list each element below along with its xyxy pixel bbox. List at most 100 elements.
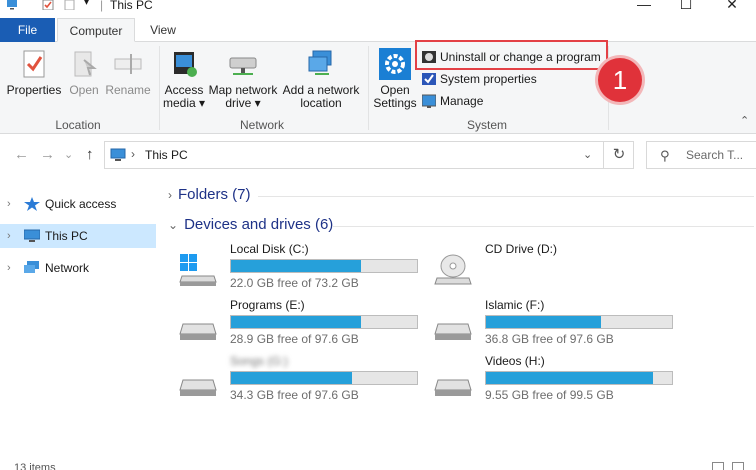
drive-tile[interactable]: Islamic (F:) 36.8 GB free of 97.6 GB bbox=[433, 298, 683, 348]
nav-item-quick-access[interactable]: › Quick access bbox=[0, 192, 156, 216]
customize-toolbar-icon[interactable]: ▾ bbox=[84, 0, 89, 8]
access-media-icon bbox=[174, 52, 197, 77]
open-settings-label-2: Settings bbox=[373, 96, 417, 110]
tab-computer[interactable]: Computer bbox=[57, 18, 135, 42]
status-bar: 13 items bbox=[0, 458, 756, 470]
search-placeholder: Search T... bbox=[686, 148, 744, 162]
annotation-step-badge: 1 bbox=[598, 58, 642, 102]
devices-section-label: Devices and drives (6) bbox=[184, 216, 334, 233]
drive-free-space: 36.8 GB free of 97.6 GB bbox=[485, 332, 614, 346]
expand-chevron-icon[interactable]: › bbox=[7, 192, 11, 216]
access-media-button[interactable]: Access media ▾ bbox=[162, 48, 206, 110]
tab-file[interactable]: File bbox=[0, 18, 55, 42]
hard-drive-icon bbox=[179, 379, 217, 396]
nav-item-network[interactable]: › Network bbox=[0, 256, 156, 280]
open-settings-label-1: Open bbox=[380, 83, 410, 97]
forward-arrow-icon[interactable]: → bbox=[40, 146, 55, 163]
map-drive-icon bbox=[229, 57, 257, 75]
address-dropdown-icon[interactable]: ⌄ bbox=[583, 148, 592, 161]
search-icon: ⚲ bbox=[660, 148, 670, 163]
hard-drive-icon bbox=[434, 379, 472, 396]
close-button[interactable]: ✕ bbox=[712, 0, 752, 14]
drive-usage-fill bbox=[231, 316, 362, 328]
drive-free-space: 9.55 GB free of 99.5 GB bbox=[485, 388, 614, 402]
breadcrumb-this-pc[interactable]: This PC bbox=[145, 148, 188, 162]
up-arrow-icon[interactable]: ↑ bbox=[86, 146, 94, 163]
add-location-label-1: Add a network bbox=[282, 83, 360, 97]
folders-section-header[interactable]: › Folders (7) bbox=[168, 186, 251, 203]
map-network-drive-button[interactable]: Map network drive ▾ bbox=[206, 48, 280, 110]
drive-tile[interactable]: Songs (G:) 34.3 GB free of 97.6 GB bbox=[178, 354, 428, 404]
expand-chevron-icon: › bbox=[168, 188, 172, 202]
ribbon: Properties Open Rename Location Access m… bbox=[0, 42, 756, 134]
group-divider bbox=[368, 46, 369, 130]
drive-name: CD Drive (D:) bbox=[485, 242, 557, 256]
access-media-label-1: Access bbox=[164, 83, 204, 97]
open-icon bbox=[74, 51, 97, 77]
computer-icon bbox=[24, 229, 40, 242]
search-box[interactable]: ⚲ Search T... bbox=[646, 141, 756, 169]
drive-tile[interactable]: CD Drive (D:) bbox=[433, 242, 683, 292]
gear-icon bbox=[379, 48, 411, 80]
large-icons-view-icon[interactable] bbox=[732, 462, 744, 470]
address-bar[interactable]: › This PC ⌄ bbox=[104, 141, 634, 169]
ribbon-tabs: File Computer View bbox=[0, 18, 756, 42]
rename-label: Rename bbox=[105, 83, 151, 97]
drive-free-space: 28.9 GB free of 97.6 GB bbox=[230, 332, 359, 346]
properties-button[interactable]: Properties bbox=[6, 48, 62, 97]
nav-label: This PC bbox=[45, 229, 88, 243]
drive-tile[interactable]: Videos (H:) 9.55 GB free of 99.5 GB bbox=[433, 354, 683, 404]
network-group-label: Network bbox=[239, 118, 284, 132]
drive-tile[interactable]: Local Disk (C:) 22.0 GB free of 73.2 GB bbox=[178, 242, 428, 292]
breadcrumb-chevron-icon[interactable]: › bbox=[131, 147, 135, 161]
open-button[interactable]: Open bbox=[66, 48, 102, 97]
refresh-button[interactable]: ↻ bbox=[603, 141, 634, 169]
star-icon bbox=[24, 197, 40, 211]
drive-usage-fill bbox=[231, 260, 362, 272]
drive-usage-fill bbox=[486, 372, 654, 384]
manage-button[interactable]: Manage bbox=[422, 92, 483, 110]
network-location-icon bbox=[308, 50, 332, 75]
drive-usage-bar bbox=[230, 315, 418, 329]
back-arrow-icon[interactable]: ← bbox=[14, 146, 29, 163]
drive-usage-bar bbox=[485, 371, 673, 385]
system-properties-icon bbox=[422, 73, 436, 85]
rename-icon bbox=[114, 54, 142, 74]
expand-chevron-icon[interactable]: › bbox=[7, 256, 11, 280]
properties-check-icon[interactable] bbox=[42, 0, 54, 10]
hard-drive-icon bbox=[179, 323, 217, 340]
drive-usage-fill bbox=[486, 316, 602, 328]
properties-icon bbox=[23, 50, 45, 78]
details-view-icon[interactable] bbox=[712, 462, 724, 470]
maximize-button[interactable]: ☐ bbox=[666, 0, 706, 14]
recent-locations-icon[interactable]: ⌄ bbox=[64, 148, 73, 161]
add-network-location-button[interactable]: Add a network location bbox=[281, 48, 361, 110]
cd-drive-icon bbox=[434, 254, 472, 285]
section-divider bbox=[332, 226, 754, 227]
system-properties-button[interactable]: System properties bbox=[422, 70, 537, 88]
tab-view[interactable]: View bbox=[138, 18, 188, 42]
minimize-button[interactable]: — bbox=[624, 0, 664, 14]
hard-drive-icon bbox=[434, 323, 472, 340]
item-count: 13 items bbox=[14, 462, 56, 470]
collapse-chevron-icon: ⌄ bbox=[168, 218, 179, 232]
open-settings-button[interactable]: Open Settings bbox=[372, 48, 418, 110]
title-divider: | bbox=[100, 0, 104, 12]
section-divider bbox=[258, 196, 754, 197]
open-label: Open bbox=[69, 83, 99, 97]
drive-usage-bar bbox=[485, 315, 673, 329]
location-group-label: Location bbox=[55, 118, 101, 132]
drive-tile[interactable]: Programs (E:) 28.9 GB free of 97.6 GB bbox=[178, 298, 428, 348]
nav-item-this-pc[interactable]: › This PC bbox=[0, 224, 156, 248]
expand-chevron-icon[interactable]: › bbox=[7, 224, 11, 248]
collapse-ribbon-icon[interactable]: ⌃ bbox=[740, 114, 749, 127]
rename-button[interactable]: Rename bbox=[105, 48, 151, 97]
manage-icon bbox=[422, 94, 436, 108]
drive-name: Songs (G:) bbox=[230, 354, 289, 368]
devices-section-header[interactable]: ⌄ Devices and drives (6) bbox=[168, 216, 333, 233]
computer-icon[interactable] bbox=[6, 0, 18, 10]
map-drive-label-1: Map network bbox=[208, 83, 278, 97]
group-divider bbox=[159, 46, 160, 130]
computer-icon bbox=[110, 148, 126, 161]
new-folder-icon[interactable] bbox=[64, 0, 76, 10]
